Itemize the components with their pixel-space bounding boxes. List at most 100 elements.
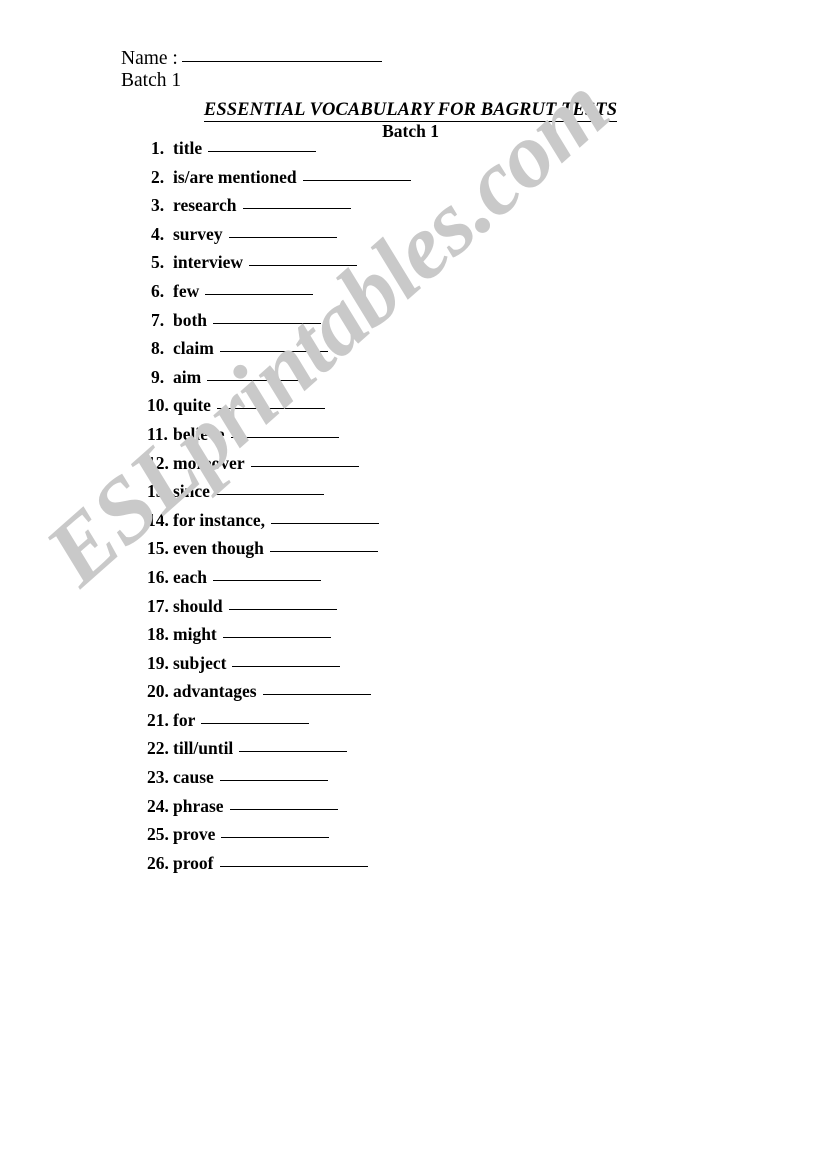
vocab-list-item: 14. for instance, xyxy=(147,510,411,539)
vocab-item-term: claim xyxy=(173,338,214,359)
vocab-list-item: 22. till/until xyxy=(147,738,411,767)
page-title-text: ESSENTIAL VOCABULARY FOR BAGRUT TESTS xyxy=(203,100,618,122)
vocab-item-term: quite xyxy=(173,395,211,416)
vocab-list-item: 2. is/are mentioned xyxy=(147,167,411,196)
vocab-list-item: 21. for xyxy=(147,710,411,739)
vocab-item-number: 15. xyxy=(147,538,169,559)
vocab-item-term: moreover xyxy=(173,452,245,473)
vocab-item-answer-blank[interactable] xyxy=(269,538,378,553)
vocab-item-number: 25. xyxy=(147,824,169,845)
vocab-item-number: 1. xyxy=(151,138,165,158)
vocab-item-term: might xyxy=(173,624,217,645)
vocab-item-term: interview xyxy=(173,252,243,273)
name-label: Name : xyxy=(121,48,178,69)
vocab-item-answer-blank[interactable] xyxy=(216,395,325,410)
vocab-item-term: cause xyxy=(173,767,214,788)
vocab-item-answer-blank[interactable] xyxy=(250,453,359,467)
vocab-list-item: 8. claim xyxy=(147,338,411,367)
vocab-list-item: 1. title xyxy=(147,138,411,167)
vocab-list-item: 15. even though xyxy=(147,538,411,567)
vocab-item-term: for xyxy=(173,709,196,730)
vocab-item-term: title xyxy=(173,138,203,158)
vocab-item-number: 4. xyxy=(151,223,165,244)
vocab-list-item: 24. phrase xyxy=(147,796,411,825)
vocab-item-answer-blank[interactable] xyxy=(208,138,317,152)
vocab-item-term: since xyxy=(173,481,210,502)
vocab-list-item: 17. should xyxy=(147,596,411,625)
vocab-item-answer-blank[interactable] xyxy=(229,796,338,810)
vocab-item-term: few xyxy=(173,280,200,301)
worksheet-page: Name : Batch 1 ESSENTIAL VOCABULARY FOR … xyxy=(0,0,821,1161)
vocab-list-item: 5. interview xyxy=(147,252,411,281)
vocab-list-item: 16. each xyxy=(147,567,411,596)
vocab-item-answer-blank[interactable] xyxy=(230,424,339,438)
vocab-list-item: 23. cause xyxy=(147,767,411,796)
vocab-list-item: 6. few xyxy=(147,281,411,310)
vocab-list-item: 12. moreover xyxy=(147,453,411,482)
vocab-item-answer-blank[interactable] xyxy=(248,252,357,267)
vocab-item-number: 17. xyxy=(147,595,169,616)
batch-header-label: Batch 1 xyxy=(121,70,182,91)
vocab-list-item: 9. aim xyxy=(147,367,411,396)
vocab-item-answer-blank[interactable] xyxy=(221,824,330,839)
vocab-item-term: survey xyxy=(173,223,223,244)
vocab-item-answer-blank[interactable] xyxy=(302,167,411,181)
vocab-item-answer-blank[interactable] xyxy=(205,281,314,295)
vocab-item-answer-blank[interactable] xyxy=(219,853,368,867)
vocab-item-number: 22. xyxy=(147,738,169,759)
vocab-item-term: prove xyxy=(173,824,216,845)
vocab-item-term: proof xyxy=(173,852,214,873)
vocab-item-number: 18. xyxy=(147,624,169,645)
vocab-list-item: 13. since xyxy=(147,481,411,510)
vocab-item-answer-blank[interactable] xyxy=(228,224,337,238)
vocab-item-term: should xyxy=(173,595,223,616)
vocab-item-answer-blank[interactable] xyxy=(262,681,371,696)
vocab-item-number: 9. xyxy=(151,366,165,387)
vocab-item-number: 5. xyxy=(151,252,165,273)
vocab-list-item: 10. quite xyxy=(147,395,411,424)
vocab-item-number: 11. xyxy=(147,423,168,444)
name-input-blank[interactable] xyxy=(181,61,382,62)
vocab-item-answer-blank[interactable] xyxy=(228,596,337,610)
vocab-item-answer-blank[interactable] xyxy=(219,338,328,353)
vocab-item-answer-blank[interactable] xyxy=(219,767,328,782)
vocab-item-answer-blank[interactable] xyxy=(239,738,348,753)
vocab-item-answer-blank[interactable] xyxy=(242,195,351,210)
vocab-item-term: even though xyxy=(173,538,264,559)
vocab-item-answer-blank[interactable] xyxy=(271,510,380,524)
vocab-item-number: 20. xyxy=(147,681,169,702)
vocab-list-item: 4. survey xyxy=(147,224,411,253)
vocab-item-term: aim xyxy=(173,366,202,387)
vocab-list-item: 25. prove xyxy=(147,824,411,853)
vocab-item-number: 16. xyxy=(147,566,169,587)
vocab-item-number: 6. xyxy=(151,280,165,301)
vocab-item-answer-blank[interactable] xyxy=(207,367,316,381)
vocab-item-answer-blank[interactable] xyxy=(222,624,331,639)
vocab-item-number: 10. xyxy=(147,395,169,416)
name-field-row: Name : xyxy=(121,48,382,70)
vocab-item-number: 21. xyxy=(147,709,169,730)
vocab-item-term: subject xyxy=(173,652,227,673)
vocab-item-term: till/until xyxy=(173,738,234,759)
vocab-item-term: believe xyxy=(173,423,225,444)
vocab-item-number: 13. xyxy=(147,481,169,502)
vocab-item-term: both xyxy=(173,309,208,330)
vocab-item-answer-blank[interactable] xyxy=(215,481,324,496)
vocab-item-number: 12. xyxy=(147,452,169,473)
page-title: ESSENTIAL VOCABULARY FOR BAGRUT TESTS xyxy=(0,100,821,122)
vocab-item-answer-blank[interactable] xyxy=(201,710,310,724)
vocabulary-list: 1. title 2. is/are mentioned 3. research 4. sur… xyxy=(147,138,411,881)
vocab-list-item: 11. believe xyxy=(147,424,411,453)
vocab-item-term: each xyxy=(173,566,208,587)
vocab-item-answer-blank[interactable] xyxy=(232,653,341,667)
vocab-item-number: 23. xyxy=(147,767,169,788)
vocab-list-item: 26. proof xyxy=(147,853,411,882)
vocab-item-number: 3. xyxy=(151,195,165,216)
vocab-item-term: phrase xyxy=(173,795,224,816)
vocab-list-item: 7. both xyxy=(147,310,411,339)
vocab-item-number: 19. xyxy=(147,652,169,673)
vocab-list-item: 19. subject xyxy=(147,653,411,682)
vocab-item-term: research xyxy=(173,195,237,216)
vocab-item-answer-blank[interactable] xyxy=(213,310,322,324)
vocab-item-answer-blank[interactable] xyxy=(213,567,322,581)
